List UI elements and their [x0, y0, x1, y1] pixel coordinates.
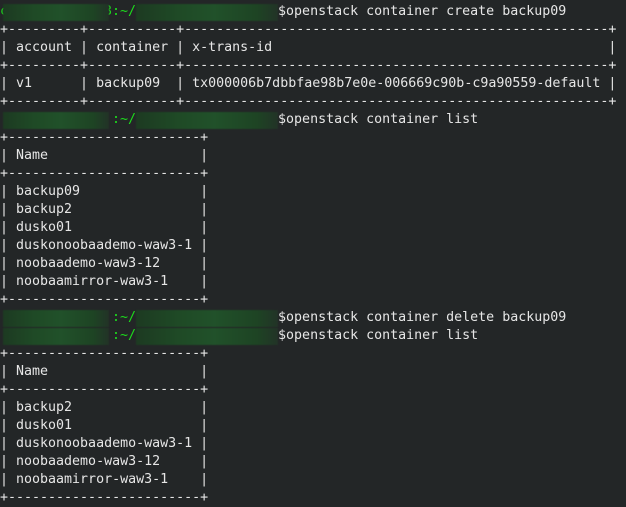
container-list-item: | noobaamirror-waw3-1 | — [0, 472, 209, 487]
command-text[interactable]: openstack container create backup09 — [286, 3, 566, 21]
prompt-user-host — [0, 111, 112, 129]
prompt-path-prefix: :~/ — [112, 4, 137, 19]
prompt-symbol: $ — [278, 4, 287, 19]
table-border: +---------+-----------+-----------------… — [0, 22, 617, 37]
command-text[interactable]: openstack container list — [286, 111, 478, 129]
redacted-user-host — [3, 4, 109, 21]
table-border: +------------------------+ — [0, 490, 209, 505]
container-list-item: | dusko01 | — [0, 220, 209, 235]
container-list-item: | noobaademo-waw3-12 | — [0, 256, 209, 271]
redacted-user-host — [3, 310, 109, 327]
prompt-user-host: c3 — [0, 3, 112, 21]
container-list-item: | backup09 | — [0, 184, 209, 199]
prompt-line: :~/ $ openstack container list — [0, 327, 616, 345]
prompt-user-host — [0, 327, 112, 345]
table-border: +------------------------+ — [0, 292, 209, 307]
table-border: +------------------------+ — [0, 346, 209, 361]
table-header-row: | Name | — [0, 364, 209, 379]
table-row: | v1 | backup09 | tx000006b7dbbfae98b7e0… — [0, 76, 617, 91]
table-border: +---------+-----------+-----------------… — [0, 58, 617, 73]
prompt-path — [136, 3, 279, 21]
container-list-item: | backup2 | — [0, 202, 209, 217]
redacted-path — [136, 112, 279, 129]
container-list-item: | backup2 | — [0, 400, 209, 415]
command-text[interactable]: openstack container delete backup09 — [286, 309, 566, 327]
redacted-path — [136, 328, 279, 345]
prompt-line: c3:~/ $ openstack container create backup… — [0, 3, 616, 21]
prompt-line: :~/ $ openstack container delete backup09 — [0, 309, 616, 327]
container-list-item: | noobaamirror-waw3-1 | — [0, 274, 209, 289]
prompt-path — [136, 111, 279, 129]
prompt-path-prefix: :~/ — [112, 112, 137, 127]
table-border: +------------------------+ — [0, 130, 209, 145]
table-border: +------------------------+ — [0, 166, 209, 181]
table-border: +------------------------+ — [0, 382, 209, 397]
prompt-path-prefix: :~/ — [112, 328, 137, 343]
redacted-path — [136, 4, 279, 21]
prompt-path — [136, 327, 279, 345]
container-list-item: | duskonoobaademo-waw3-1 | — [0, 436, 209, 451]
container-list-item: | duskonoobaademo-waw3-1 | — [0, 238, 209, 253]
prompt-path-prefix: :~/ — [112, 310, 137, 325]
prompt-symbol: $ — [278, 328, 287, 343]
prompt-user-host — [0, 309, 112, 327]
redacted-user-host — [3, 112, 109, 129]
redacted-user-host — [3, 328, 109, 345]
prompt-symbol: $ — [278, 112, 287, 127]
terminal-output[interactable]: c3:~/$ openstack container create backup… — [0, 3, 616, 507]
container-list-item: | dusko01 | — [0, 418, 209, 433]
table-header-row: | account | container | x-trans-id | — [0, 40, 617, 55]
redacted-path — [136, 310, 279, 327]
prompt-line: :~/ $ openstack container list — [0, 111, 616, 129]
prompt-symbol: $ — [278, 310, 287, 325]
container-list-item: | noobaademo-waw3-12 | — [0, 454, 209, 469]
table-border: +---------+-----------+-----------------… — [0, 94, 617, 109]
command-text[interactable]: openstack container list — [286, 327, 478, 345]
table-header-row: | Name | — [0, 148, 209, 163]
prompt-path — [136, 309, 279, 327]
